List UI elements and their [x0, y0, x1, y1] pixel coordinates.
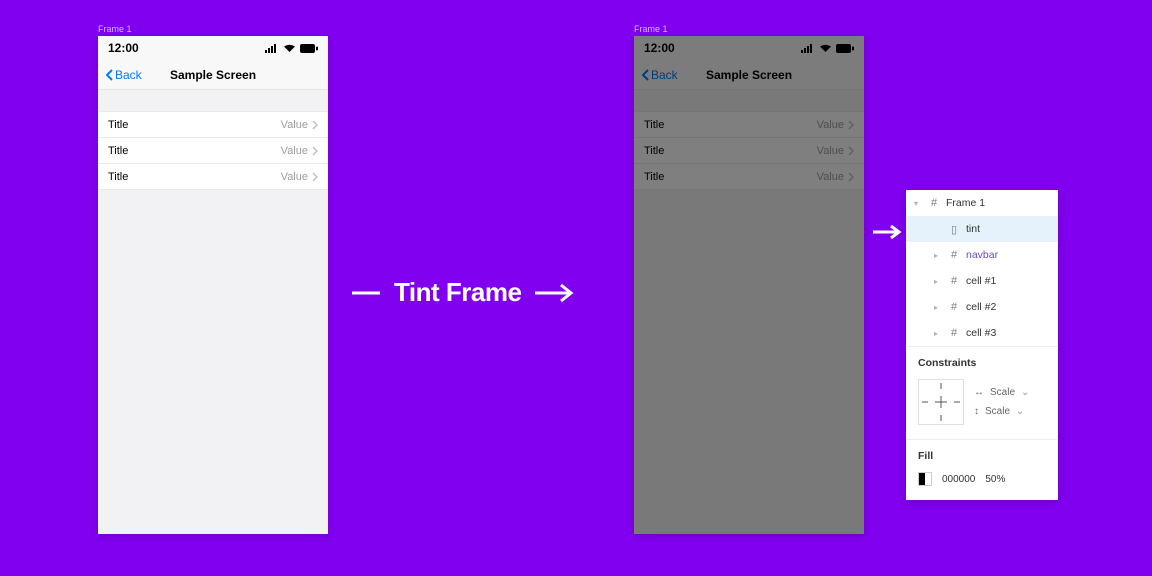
- arrows-horizontal-icon: ↔: [974, 387, 984, 398]
- constraint-widget[interactable]: [918, 379, 964, 425]
- cell-value: Value: [281, 119, 308, 131]
- fill-hex-input[interactable]: 000000: [942, 474, 975, 485]
- frame-icon: #: [948, 301, 960, 313]
- cell-title: Title: [108, 119, 128, 131]
- back-button[interactable]: Back: [106, 68, 142, 82]
- back-label: Back: [115, 68, 142, 82]
- constraint-vertical-select[interactable]: ↕ Scale ⌄: [974, 406, 1029, 417]
- nav-title: Sample Screen: [170, 68, 256, 82]
- collapse-icon[interactable]: ▸: [934, 277, 942, 286]
- layer-name: cell #3: [966, 327, 996, 339]
- collapse-icon[interactable]: ▸: [934, 329, 942, 338]
- layer-name: tint: [966, 223, 980, 235]
- chevron-down-icon: ⌄: [1021, 387, 1029, 398]
- frame-icon: #: [948, 249, 960, 261]
- layer-name: cell #1: [966, 275, 996, 287]
- chevron-left-icon: [106, 69, 114, 81]
- layer-name: cell #2: [966, 301, 996, 313]
- scale-label: Scale: [990, 387, 1015, 398]
- layer-tint[interactable]: ▯ tint: [906, 216, 1058, 242]
- layers-panel: ▾ # Frame 1 ▯ tint ▸ # navbar ▸ # cell #…: [906, 190, 1058, 500]
- arrows-vertical-icon: ↕: [974, 406, 979, 417]
- constraints-section: Constraints ↔ Scale ⌄ ↕ Scale ⌄: [906, 347, 1058, 439]
- center-text: Tint Frame: [394, 277, 521, 308]
- table-row[interactable]: Title Value: [98, 163, 328, 190]
- arrow-right-icon: [535, 283, 575, 303]
- fill-heading: Fill: [918, 450, 1046, 462]
- frame-icon: #: [948, 327, 960, 339]
- cell-value: Value: [281, 145, 308, 157]
- center-annotation: Tint Frame: [352, 277, 575, 308]
- rectangle-icon: ▯: [948, 223, 960, 236]
- chevron-right-icon: [312, 172, 318, 182]
- frame-icon: #: [928, 197, 940, 209]
- tint-layer: [634, 36, 864, 534]
- chevron-down-icon: ⌄: [1016, 406, 1024, 417]
- fill-opacity-input[interactable]: 50%: [985, 474, 1005, 485]
- chevron-right-icon: [312, 120, 318, 130]
- status-time: 12:00: [108, 41, 139, 55]
- collapse-icon[interactable]: ▸: [934, 251, 942, 260]
- status-icons: [265, 44, 318, 53]
- constraint-horizontal-select[interactable]: ↔ Scale ⌄: [974, 387, 1029, 398]
- nav-bar: Back Sample Screen: [98, 60, 328, 90]
- layer-cell-2[interactable]: ▸ # cell #2: [906, 294, 1058, 320]
- frame-icon: #: [948, 275, 960, 287]
- wifi-icon: [283, 44, 296, 53]
- layer-name: Frame 1: [946, 197, 985, 209]
- battery-icon: [300, 44, 318, 53]
- phone-after: 12:00 Back Sample Screen Title Value Tit…: [634, 36, 864, 534]
- table: Title Value Title Value Title Value: [98, 111, 328, 190]
- collapse-icon[interactable]: ▾: [914, 199, 922, 208]
- table-row[interactable]: Title Value: [98, 111, 328, 138]
- status-bar: 12:00: [98, 36, 328, 60]
- cell-title: Title: [108, 171, 128, 183]
- table-row[interactable]: Title Value: [98, 137, 328, 164]
- signal-icon: [265, 44, 279, 53]
- layer-name: navbar: [966, 249, 998, 261]
- frame-label-left: Frame 1: [98, 24, 132, 34]
- collapse-icon[interactable]: ▸: [934, 303, 942, 312]
- fill-section: Fill 000000 50%: [906, 440, 1058, 500]
- layer-cell-3[interactable]: ▸ # cell #3: [906, 320, 1058, 346]
- constraints-heading: Constraints: [918, 357, 1046, 369]
- fill-color-swatch[interactable]: [918, 472, 932, 486]
- chevron-right-icon: [312, 146, 318, 156]
- layer-cell-1[interactable]: ▸ # cell #1: [906, 268, 1058, 294]
- phone-before: 12:00 Back Sample Screen Title Value Tit…: [98, 36, 328, 534]
- scale-label: Scale: [985, 406, 1010, 417]
- frame-label-right: Frame 1: [634, 24, 668, 34]
- arrow-to-panel: [873, 220, 903, 246]
- cell-value: Value: [281, 171, 308, 183]
- layer-frame-root[interactable]: ▾ # Frame 1: [906, 190, 1058, 216]
- layer-navbar[interactable]: ▸ # navbar: [906, 242, 1058, 268]
- cell-title: Title: [108, 145, 128, 157]
- arrow-left-decoration: [352, 287, 380, 299]
